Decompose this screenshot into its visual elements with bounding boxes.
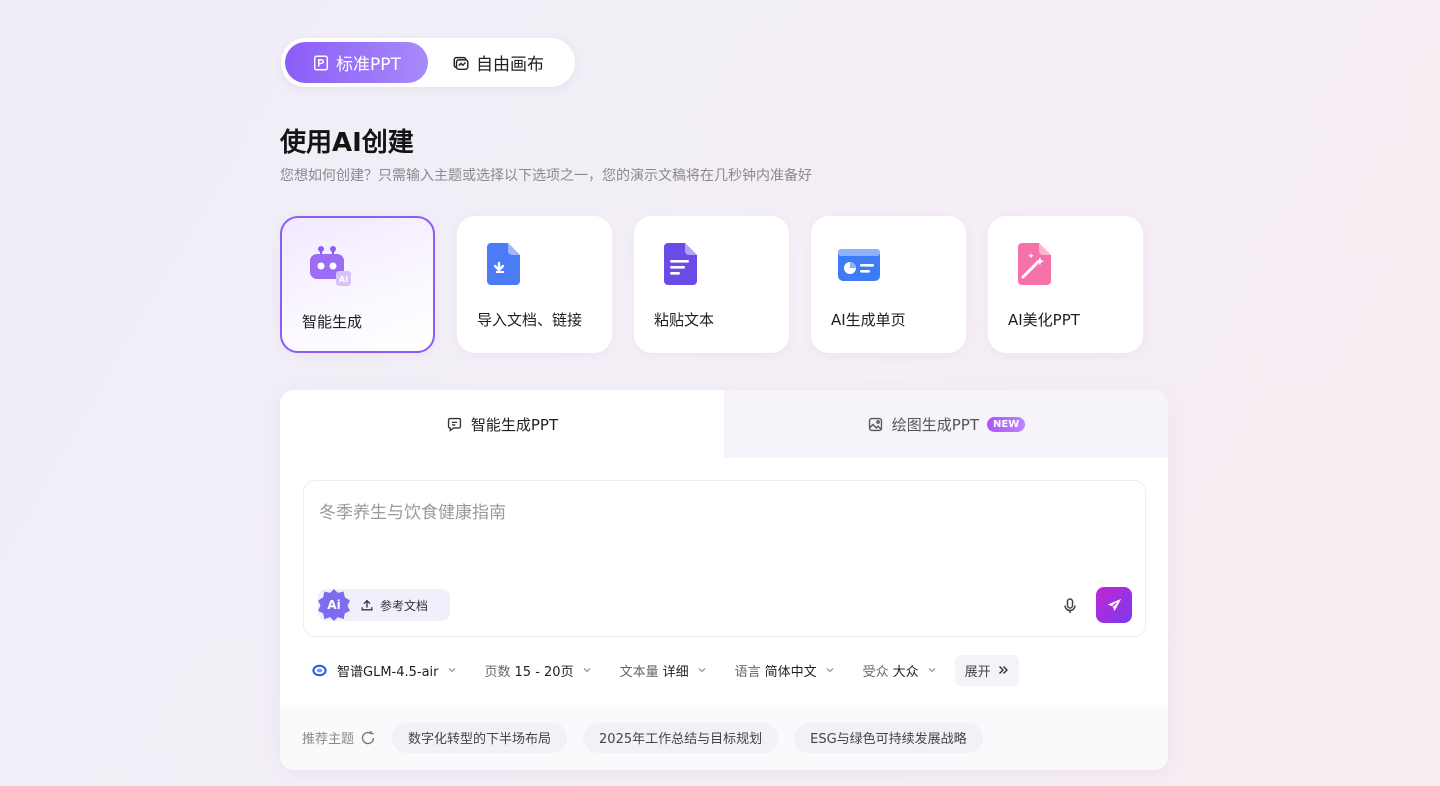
tab-smart-ppt-label: 智能生成PPT: [470, 415, 559, 434]
card-label: 导入文档、链接: [477, 311, 583, 329]
canvas-icon: [453, 56, 469, 70]
standard-ppt-label: 标准PPT: [336, 55, 401, 75]
recommended-topics: 推荐主题 数字化转型的下半场布局 2025年工作总结与目标规划 ESG与绿色可持…: [280, 705, 1168, 770]
topic-chip[interactable]: 数字化转型的下半场布局: [392, 722, 568, 753]
recommended-label-text: 推荐主题: [302, 732, 355, 747]
chevron-down-icon: [698, 668, 706, 673]
card-import-document[interactable]: 导入文档、链接: [457, 216, 612, 353]
free-canvas-button[interactable]: 自由画布: [428, 42, 568, 83]
pages-label: 页数: [484, 664, 511, 680]
audience-label: 受众: [862, 664, 889, 680]
generate-tabs: 智能生成PPT 绘图生成PPT NEW: [280, 390, 1168, 458]
chevron-down-icon: [583, 668, 591, 673]
standard-ppt-button[interactable]: 标准PPT: [285, 42, 428, 83]
model-value: 智谱GLM-4.5-air: [337, 664, 439, 680]
text-amount-select[interactable]: 文本量 详细: [620, 661, 707, 680]
page-title: 使用AI创建: [280, 128, 414, 158]
card-beautify-ppt[interactable]: AI美化PPT: [988, 216, 1143, 353]
language-label: 语言: [734, 664, 761, 680]
reference-document-button[interactable]: Ai 参考文档: [318, 589, 450, 621]
card-label: AI生成单页: [831, 311, 906, 329]
refresh-icon[interactable]: [360, 730, 376, 746]
text-document-icon: [664, 243, 697, 285]
topic-input-box: Ai 参考文档: [303, 480, 1146, 637]
chevron-down-icon: [448, 668, 455, 673]
language-select[interactable]: 语言 简体中文: [735, 661, 835, 680]
single-page-icon: [838, 249, 880, 281]
robot-icon: AI: [310, 246, 351, 286]
creation-options: AI 智能生成 导入文档、链接 粘贴文本 AI生成单页 AI美化PPT: [280, 216, 1143, 353]
topic-chip[interactable]: ESG与绿色可持续发展战略: [794, 722, 983, 753]
svg-text:AI: AI: [339, 275, 348, 284]
language-value: 简体中文: [764, 664, 817, 680]
audience-value: 大众: [892, 664, 919, 680]
new-badge: NEW: [987, 416, 1026, 432]
chevron-down-icon: [928, 668, 936, 673]
card-single-page[interactable]: AI生成单页: [811, 216, 966, 353]
card-label: AI美化PPT: [1008, 311, 1080, 329]
card-label: 智能生成: [302, 313, 363, 331]
chat-icon: [447, 417, 461, 432]
import-document-icon: [487, 243, 520, 285]
card-label: 粘贴文本: [654, 311, 715, 329]
generation-options: 智谱GLM-4.5-air 页数 15 - 20页 文本量 详细 语言 简体中文…: [312, 654, 1019, 686]
reference-document-label: 参考文档: [380, 598, 429, 613]
audience-select[interactable]: 受众 大众: [863, 661, 937, 680]
mode-switch: 标准PPT 自由画布: [281, 38, 575, 87]
text-amount-label: 文本量: [619, 664, 659, 680]
tab-draw-ppt-label: 绘图生成PPT: [891, 415, 980, 434]
topic-chip[interactable]: 2025年工作总结与目标规划: [583, 722, 779, 753]
send-icon: [1107, 598, 1121, 611]
microphone-icon[interactable]: [1061, 597, 1079, 615]
pages-select[interactable]: 页数 15 - 20页: [485, 661, 592, 680]
send-button[interactable]: [1096, 587, 1132, 623]
magic-wand-icon: [1018, 243, 1051, 285]
image-icon: [868, 417, 882, 431]
expand-options-button[interactable]: 展开: [954, 654, 1019, 686]
recommended-topics-label: 推荐主题: [302, 728, 376, 747]
chevron-down-icon: [826, 668, 834, 673]
pages-value: 15 - 20页: [514, 664, 574, 680]
tab-smart-ppt[interactable]: 智能生成PPT: [280, 390, 724, 458]
card-smart-generate[interactable]: AI 智能生成: [280, 216, 435, 353]
topic-input[interactable]: [319, 498, 1119, 558]
ppt-icon: [314, 55, 329, 70]
card-paste-text[interactable]: 粘贴文本: [634, 216, 789, 353]
ai-badge: Ai: [318, 589, 350, 621]
model-logo-icon: [312, 664, 327, 676]
text-amount-value: 详细: [662, 664, 689, 680]
expand-label: 展开: [964, 664, 991, 680]
upload-icon: [361, 599, 373, 611]
tab-draw-ppt[interactable]: 绘图生成PPT NEW: [724, 390, 1168, 458]
page-subtitle: 您想如何创建？只需输入主题或选择以下选项之一，您的演示文稿将在几秒钟内准备好: [280, 168, 812, 184]
double-chevron-right-icon: [998, 666, 1008, 674]
model-select[interactable]: 智谱GLM-4.5-air: [312, 661, 457, 680]
free-canvas-label: 自由画布: [476, 55, 544, 75]
generate-panel: 智能生成PPT 绘图生成PPT NEW Ai 参考文档 智谱GLM-4.5-ai…: [280, 390, 1168, 770]
